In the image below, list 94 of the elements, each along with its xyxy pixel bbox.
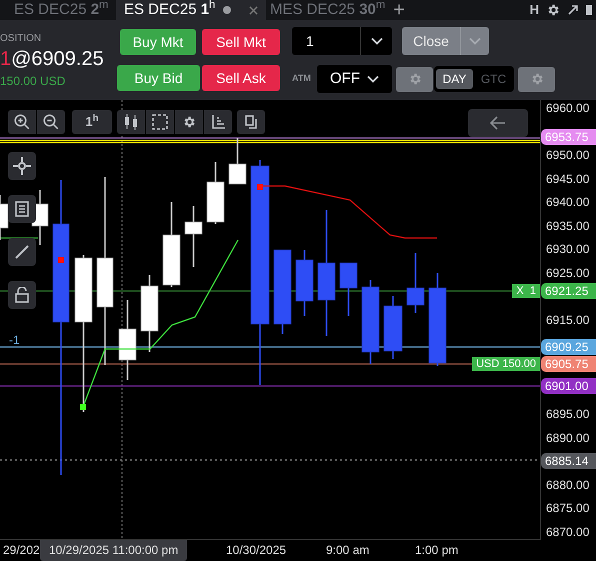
position-pnl: 150.00 USD [0, 72, 66, 90]
order-button[interactable]: Buy Bid [117, 65, 200, 91]
order-settings-button[interactable] [518, 66, 555, 92]
line-icon [14, 244, 30, 260]
price-axis-label: 6940.00 [546, 194, 590, 210]
back-button[interactable] [468, 109, 528, 137]
line-button[interactable] [8, 238, 36, 266]
candles-icon [123, 113, 139, 131]
gear-icon [546, 3, 560, 17]
candle [384, 296, 402, 359]
order-button[interactable]: Sell Ask [202, 65, 280, 91]
axis-icon [210, 114, 226, 130]
settings-button[interactable] [175, 110, 203, 134]
zoom-in-button[interactable] [8, 110, 36, 134]
time-in-force-option[interactable]: GTC [475, 69, 512, 89]
trade-marker [257, 184, 263, 190]
zoom-in-icon [13, 113, 31, 131]
crosshair-icon [13, 157, 31, 175]
position-price: @6909.25 [11, 46, 104, 72]
candle [0, 195, 8, 240]
time-in-force-option[interactable]: DAY [436, 69, 473, 89]
quantity-field[interactable]: 1 [292, 27, 392, 55]
atm-select[interactable]: OFF [317, 65, 392, 93]
candle [340, 262, 358, 316]
caret-icon [367, 75, 379, 83]
price-marker: 6885.14 [541, 452, 596, 469]
price-marker: 6905.75 [541, 356, 596, 372]
candles-button[interactable] [117, 110, 145, 134]
order-button[interactable]: Buy Mkt [120, 29, 196, 55]
price-marker: 6921.25 [541, 282, 596, 299]
lock-button[interactable] [8, 281, 36, 309]
position-line-label: -1 [9, 332, 20, 349]
price-axis-label: 6945.00 [546, 170, 590, 187]
position-label: OSITION [0, 32, 42, 46]
chart-tab[interactable]: ES DEC25 2$^{m}$ [0, 0, 116, 20]
window-icon[interactable] [586, 4, 592, 16]
candle [184, 206, 202, 267]
order-button[interactable]: Sell Mkt [202, 29, 280, 55]
price-axis-label: 6870.00 [546, 524, 590, 540]
order-line-label: USD 150.00 [472, 357, 540, 371]
caret-icon [469, 37, 481, 45]
price-marker: 6909.25 [541, 339, 596, 356]
candle [228, 138, 246, 184]
candle [406, 253, 424, 313]
order-line-label: X 1 [512, 284, 540, 298]
interval-button[interactable]: 1$^{h}$ [72, 110, 112, 134]
price-marker: 6953.75 [541, 129, 596, 146]
gear-icon [182, 115, 196, 129]
atm-settings-button[interactable] [396, 66, 433, 92]
candle [206, 162, 224, 224]
price-level-line [0, 237, 38, 239]
time-axis-label: 10/30/2025 [226, 542, 286, 559]
gear-icon [408, 72, 422, 86]
chart-tab[interactable]: MES DEC25 30$^{m}$ [266, 0, 390, 20]
note-icon [15, 201, 29, 217]
close-button[interactable]: Close [402, 27, 489, 55]
axis-button[interactable] [204, 110, 232, 134]
price-marker: 6901.00 [541, 378, 596, 394]
copy-icon [243, 114, 259, 130]
expand-icon[interactable] [567, 4, 579, 16]
candle [296, 250, 314, 316]
price-axis-label: 6915.00 [546, 312, 590, 328]
unlocked-icon [15, 287, 29, 303]
note-button[interactable] [8, 195, 36, 223]
time-axis-label: 29/202 [3, 542, 40, 559]
time-axis-label: 9:00 am [326, 542, 370, 559]
gear-icon [530, 72, 544, 86]
selection-button[interactable] [146, 110, 174, 134]
price-axis-label: 6875.00 [546, 500, 590, 516]
selection-icon [152, 114, 168, 130]
time-axis-label: 10/29/2025 11:00:00 pm [40, 540, 188, 561]
time-axis-label: 1:00 pm [415, 542, 458, 559]
back-arrow-icon [490, 116, 506, 130]
trade-marker [80, 404, 86, 410]
chart-tab[interactable]: ES DEC25 1$^{h}$ [116, 0, 266, 20]
close-icon[interactable] [249, 6, 258, 14]
price-axis-label: 6930.00 [546, 241, 590, 258]
zoom-out-button[interactable] [37, 110, 65, 134]
price-axis-label: 6960.00 [546, 100, 590, 116]
price-axis-label: 6890.00 [546, 430, 590, 446]
atm-label: ATM [292, 72, 312, 86]
price-axis-label: 6895.00 [546, 406, 590, 422]
h-button[interactable]: H [530, 0, 539, 20]
price-axis-label: 6935.00 [546, 218, 590, 234]
copy-button[interactable] [237, 110, 265, 134]
zoom-out-icon [42, 113, 60, 131]
position-quantity: 1 [0, 46, 12, 72]
crosshair-button[interactable] [8, 152, 36, 180]
caret-icon [370, 37, 382, 45]
price-axis-label: 6880.00 [546, 476, 590, 493]
add-tab-button[interactable]: + [389, 0, 409, 20]
price-axis-label: 6925.00 [546, 264, 590, 281]
price-axis-label: 6950.00 [546, 147, 590, 164]
trade-marker [58, 257, 64, 263]
